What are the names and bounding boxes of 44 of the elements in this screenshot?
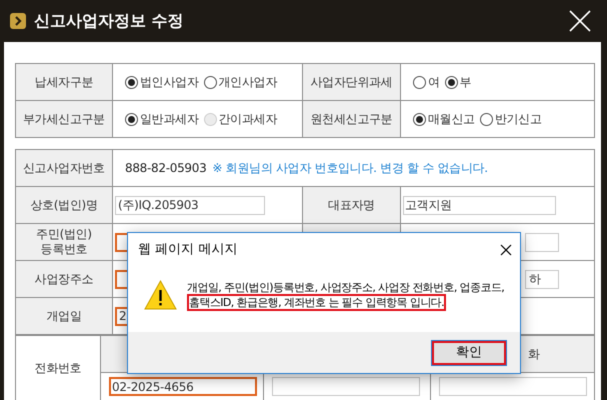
radio-button[interactable] — [413, 112, 426, 126]
input-field[interactable]: (주)IQ.205903 — [115, 196, 265, 214]
notice-text: ※ 회원님의 사업자 번호입니다. 변경 할 수 없습니다. — [212, 160, 488, 177]
business-number: 888-82-05903 — [125, 160, 206, 177]
input-field[interactable]: 하 — [525, 270, 559, 288]
input-field[interactable] — [525, 232, 559, 252]
radio-label: 일반과세자 — [140, 111, 199, 128]
radio-button[interactable] — [204, 76, 217, 88]
field-label: 개업일 — [46, 308, 82, 324]
table-cell[interactable]: (주)IQ.205903 — [112, 186, 302, 224]
column-header: 화 — [528, 346, 540, 362]
field-label: 전화번호 — [34, 360, 82, 376]
input-field[interactable] — [272, 377, 420, 396]
input-field[interactable]: 고객지원 — [403, 196, 556, 214]
radio-label: 반기신고 — [494, 111, 542, 128]
radio-label: 간이과세자 — [218, 111, 278, 128]
field-label: 대표자명 — [328, 198, 375, 212]
close-icon[interactable] — [500, 244, 512, 256]
field-label: 상호(법인)명 — [30, 198, 98, 212]
radio-label: 개인사업자 — [218, 74, 278, 91]
field-label: 사업자단위과세 — [310, 74, 392, 90]
field-label: 부가세신고구분 — [23, 112, 105, 126]
radio-label: 매월신고 — [428, 111, 475, 128]
dialog-title: 웹 페이지 메시지 — [138, 240, 238, 259]
field-label: 사업장주소 — [34, 272, 94, 286]
field-label: 원천세신고구분 — [310, 112, 392, 126]
field-label: 납세자구분 — [34, 74, 94, 90]
ok-button[interactable]: 확인 — [432, 340, 506, 364]
radio-button[interactable] — [413, 76, 426, 88]
input-field[interactable] — [439, 377, 587, 396]
chevron-icon — [10, 13, 26, 29]
dialog-message: 개업일, 주민(법인)등록번호, 사업장주소, 사업장 전화번호, 업종코드, 홈택스ID, 환급은행, 계좌번호 는 필수 입력항목 입니다. — [187, 280, 506, 310]
radio-button[interactable] — [125, 76, 138, 88]
field-label: 신고사업자번호 — [23, 160, 105, 176]
radio-label: 법인사업자 — [140, 74, 199, 91]
radio-label: 여 — [428, 74, 440, 91]
radio-button[interactable] — [444, 76, 458, 88]
warning-icon — [144, 280, 177, 310]
field-label: 주민(법인) 등록번호 — [35, 227, 93, 257]
radio-label: 부 — [460, 74, 472, 91]
radio-button[interactable] — [480, 112, 493, 126]
input-field[interactable]: 02-2025-4656 — [109, 377, 257, 396]
radio-button[interactable] — [125, 112, 138, 126]
window-title: 신고사업자정보 수정 — [34, 10, 184, 32]
